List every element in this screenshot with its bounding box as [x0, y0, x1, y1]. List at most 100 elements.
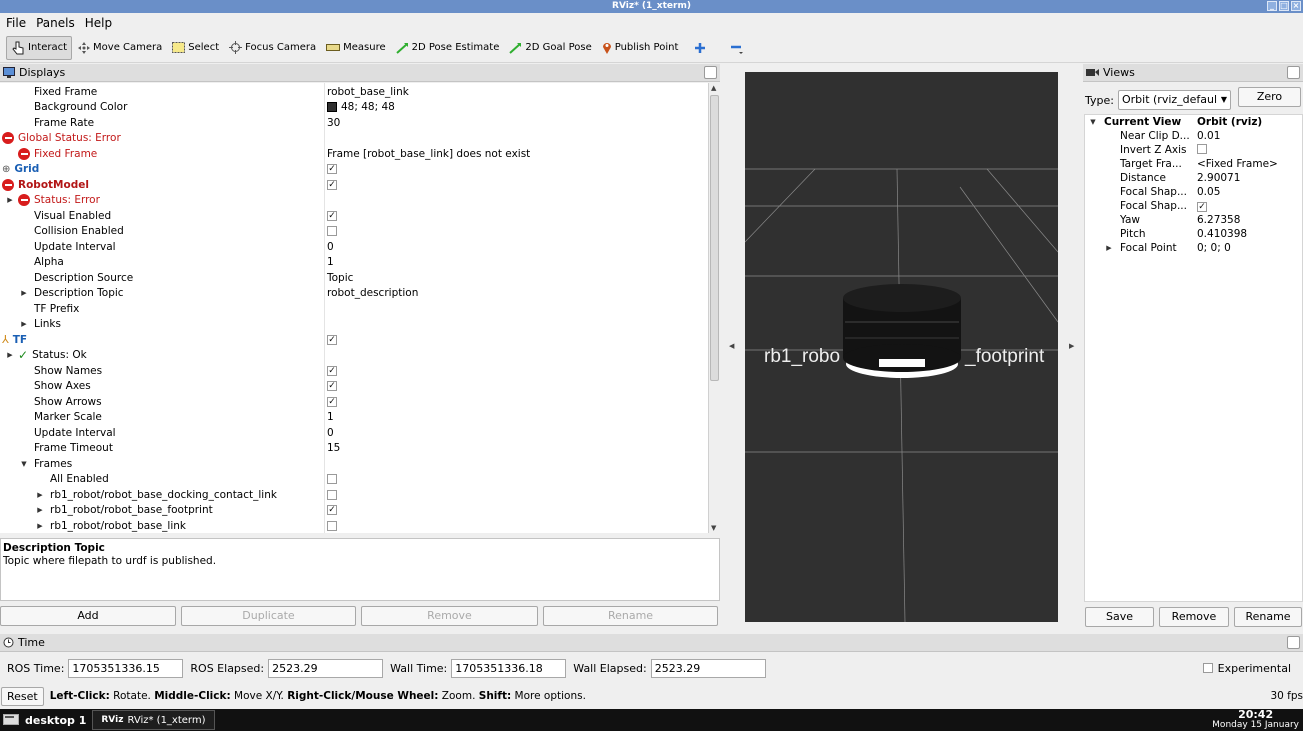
ros-time-field[interactable]: 1705351336.15: [68, 658, 184, 678]
menu-panels[interactable]: Panels: [36, 16, 75, 30]
display-checkbox[interactable]: ✓: [327, 179, 337, 190]
menu-help[interactable]: Help: [85, 16, 112, 30]
save-view-button[interactable]: Save: [1085, 607, 1154, 627]
menu-file[interactable]: File: [6, 16, 26, 30]
experimental-toggle[interactable]: Experimental: [1202, 662, 1291, 675]
display-checkbox[interactable]: ✓: [327, 381, 337, 392]
maximize-button[interactable]: □: [1279, 1, 1289, 11]
wall-elapsed-field[interactable]: 2523.29: [650, 658, 766, 678]
collapse-right-arrow-icon[interactable]: ▶: [1069, 342, 1074, 350]
display-checkbox[interactable]: ✓: [327, 164, 337, 175]
display-row-value[interactable]: robot_description: [327, 287, 418, 299]
view-type-select[interactable]: Orbit (rviz_defaul ▼: [1117, 90, 1231, 110]
collapse-arrow-icon[interactable]: ▶: [6, 196, 14, 204]
remove-view-button[interactable]: Remove: [1159, 607, 1229, 627]
current-view-row[interactable]: ▼ Current View Orbit (rviz): [1085, 115, 1303, 129]
display-row-value[interactable]: Frame [robot_base_link] does not exist: [327, 148, 530, 160]
view-property-row[interactable]: Near Clip D... 0.01: [1085, 129, 1303, 143]
collapse-arrow-icon[interactable]: ▶: [36, 491, 44, 499]
display-row[interactable]: ▼RobotModel✓: [0, 177, 708, 193]
view-property-row[interactable]: Invert Z Axis: [1085, 143, 1303, 157]
display-row[interactable]: ▼ Frames: [0, 456, 708, 472]
taskbar-rviz-window[interactable]: RViz RViz* (1_xterm): [92, 710, 215, 730]
minimize-button[interactable]: _: [1267, 1, 1277, 11]
render-3d-view[interactable]: rb1_robo _footprint: [745, 72, 1058, 622]
expand-arrow-icon[interactable]: ▼: [20, 460, 28, 468]
display-row-value[interactable]: robot_base_link: [327, 86, 409, 98]
display-row-value[interactable]: 0: [327, 241, 334, 253]
display-row[interactable]: Description Source Topic: [0, 270, 708, 286]
collapse-arrow-icon[interactable]: ▶: [20, 289, 28, 297]
view-property-value[interactable]: 0.05: [1197, 186, 1220, 198]
display-row[interactable]: TF Prefix: [0, 301, 708, 317]
expand-arrow-icon[interactable]: ▼: [1089, 118, 1097, 126]
display-row[interactable]: Show Axes ✓: [0, 379, 708, 395]
display-row[interactable]: Frame Rate 30: [0, 115, 708, 131]
add-tool-button[interactable]: [690, 36, 710, 60]
tool-measure-button[interactable]: Measure: [322, 36, 390, 60]
display-row-value[interactable]: 1: [327, 411, 334, 423]
tool-2d-goal-pose-button[interactable]: 2D Goal Pose: [505, 36, 595, 60]
view-property-value[interactable]: 6.27358: [1197, 214, 1240, 226]
tool-move-camera-button[interactable]: Move Camera: [74, 36, 166, 60]
collapse-left-arrow-icon[interactable]: ◀: [729, 342, 734, 350]
view-property-value[interactable]: 0.01: [1197, 130, 1220, 142]
display-checkbox[interactable]: ✓: [327, 396, 337, 407]
display-row[interactable]: Update Interval 0: [0, 239, 708, 255]
display-row[interactable]: ▼Global Status: Error: [0, 131, 708, 147]
collapse-arrow-icon[interactable]: ▶: [36, 522, 44, 530]
display-checkbox[interactable]: [327, 520, 337, 531]
display-checkbox[interactable]: [327, 226, 337, 237]
view-property-row[interactable]: Pitch 0.410398: [1085, 227, 1303, 241]
display-checkbox[interactable]: ✓: [327, 210, 337, 221]
add-button[interactable]: Add: [0, 606, 176, 626]
view-property-checkbox[interactable]: ✓: [1197, 202, 1207, 212]
panel-close-button[interactable]: [704, 66, 717, 79]
display-row[interactable]: Frame Timeout 15: [0, 441, 708, 457]
color-swatch[interactable]: [327, 102, 337, 113]
view-property-row[interactable]: Yaw 6.27358: [1085, 213, 1303, 227]
rename-display-button[interactable]: Rename: [543, 606, 718, 626]
display-row[interactable]: ▼⅄TF✓: [0, 332, 708, 348]
display-row-value[interactable]: 0: [327, 427, 334, 439]
view-property-value[interactable]: <Fixed Frame>: [1197, 158, 1278, 170]
view-property-row[interactable]: Distance 2.90071: [1085, 171, 1303, 185]
tool-interact-button[interactable]: Interact: [6, 35, 73, 60]
display-row-value[interactable]: 15: [327, 442, 340, 454]
reset-button[interactable]: Reset: [1, 686, 44, 706]
scrollbar-thumb[interactable]: [710, 95, 719, 381]
displays-scrollbar[interactable]: ▲ ▼: [708, 83, 720, 533]
display-checkbox[interactable]: ✓: [327, 365, 337, 376]
view-property-value[interactable]: ✓: [1197, 200, 1207, 212]
display-row-value[interactable]: 48; 48; 48: [341, 101, 395, 113]
scroll-up-arrow-icon[interactable]: ▲: [711, 84, 716, 92]
tool-select-button[interactable]: Select: [168, 36, 223, 60]
display-row-value[interactable]: 1: [327, 256, 334, 268]
collapse-arrow-icon[interactable]: ▶: [36, 506, 44, 514]
tool-2d-pose-estimate-button[interactable]: 2D Pose Estimate: [392, 36, 504, 60]
display-row[interactable]: ▶ Status: Error: [0, 193, 708, 209]
zero-button[interactable]: Zero: [1238, 87, 1301, 107]
display-row[interactable]: Fixed Frame robot_base_link: [0, 84, 708, 100]
view-property-row[interactable]: Focal Shap... ✓: [1085, 199, 1303, 213]
tool-publish-point-button[interactable]: Publish Point: [598, 36, 683, 60]
view-property-row[interactable]: Focal Shap... 0.05: [1085, 185, 1303, 199]
display-row[interactable]: Marker Scale 1: [0, 410, 708, 426]
desktop-switcher[interactable]: desktop 1: [0, 713, 86, 727]
display-row[interactable]: ▶ Links: [0, 317, 708, 333]
panel-close-button[interactable]: [1287, 636, 1300, 649]
display-row[interactable]: Show Arrows ✓: [0, 394, 708, 410]
wall-time-field[interactable]: 1705351336.18: [451, 658, 567, 678]
experimental-checkbox[interactable]: [1202, 663, 1213, 673]
display-row[interactable]: Update Interval 0: [0, 425, 708, 441]
rename-view-button[interactable]: Rename: [1234, 607, 1302, 627]
panel-close-button[interactable]: [1287, 66, 1300, 79]
display-row[interactable]: ▶ rb1_robot/robot_base_footprint ✓: [0, 503, 708, 519]
ros-elapsed-field[interactable]: 2523.29: [268, 658, 384, 678]
display-checkbox[interactable]: ✓: [327, 334, 337, 345]
display-row[interactable]: Visual Enabled ✓: [0, 208, 708, 224]
remove-display-button[interactable]: Remove: [361, 606, 538, 626]
display-checkbox[interactable]: [327, 489, 337, 500]
scroll-down-arrow-icon[interactable]: ▼: [711, 524, 716, 532]
view-property-row[interactable]: Target Fra... <Fixed Frame>: [1085, 157, 1303, 171]
